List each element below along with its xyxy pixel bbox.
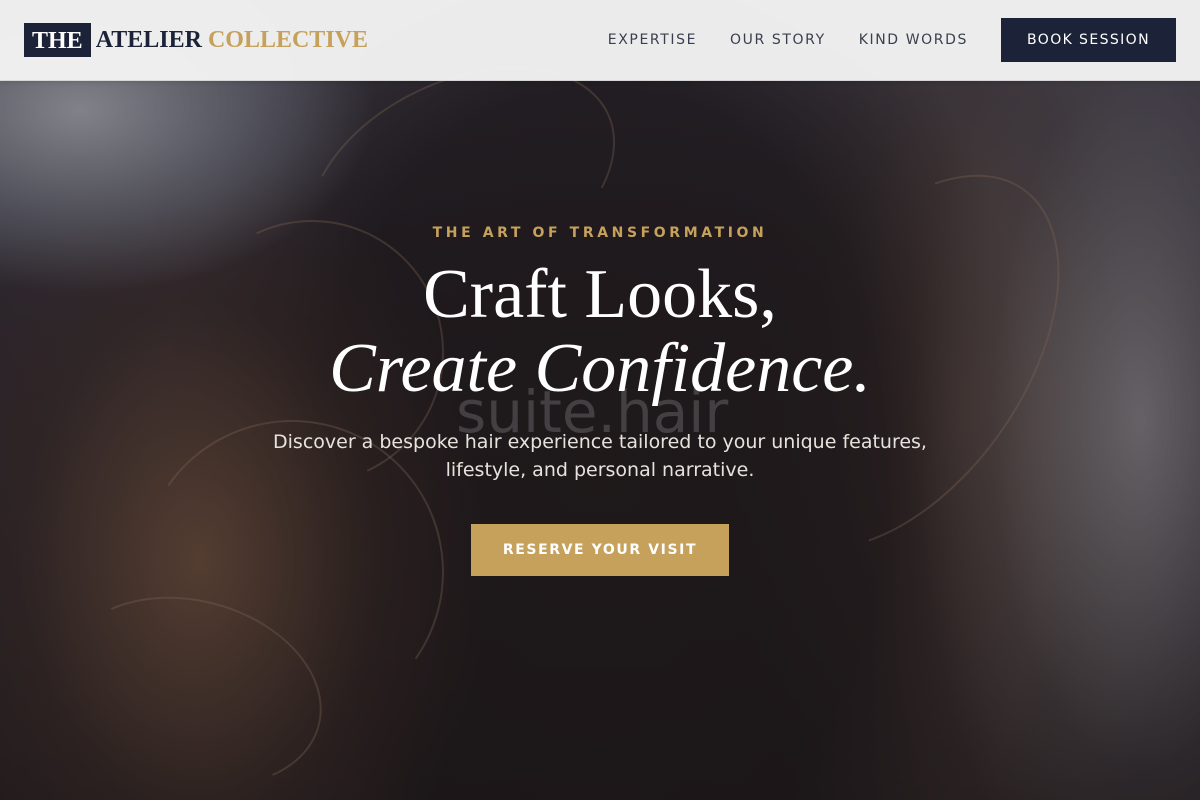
headline-line-2: Create Confidence. bbox=[329, 330, 871, 407]
logo-mark: THE bbox=[24, 23, 91, 57]
hero-subtext: Discover a bespoke hair experience tailo… bbox=[273, 431, 927, 481]
logo-word-collective: COLLECTIVE bbox=[207, 26, 368, 53]
reserve-visit-button[interactable]: RESERVE YOUR VISIT bbox=[471, 524, 729, 576]
nav-link-expertise[interactable]: EXPERTISE bbox=[608, 32, 697, 48]
headline-line-1: Craft Looks, bbox=[423, 256, 777, 333]
nav-link-our-story[interactable]: OUR STORY bbox=[730, 32, 826, 48]
hero-eyebrow: THE ART OF TRANSFORMATION bbox=[432, 225, 768, 241]
main-nav: EXPERTISE OUR STORY KIND WORDS bbox=[608, 0, 968, 80]
logo-word-atelier: ATELIER bbox=[95, 26, 202, 53]
brand-logo[interactable]: THE ATELIER COLLECTIVE bbox=[24, 22, 368, 58]
site-header: THE ATELIER COLLECTIVE EXPERTISE OUR STO… bbox=[0, 0, 1200, 81]
book-session-button[interactable]: BOOK SESSION bbox=[1001, 18, 1176, 62]
nav-link-kind-words[interactable]: KIND WORDS bbox=[859, 32, 968, 48]
hero-headline: Craft Looks, Create Confidence. bbox=[0, 258, 1200, 406]
